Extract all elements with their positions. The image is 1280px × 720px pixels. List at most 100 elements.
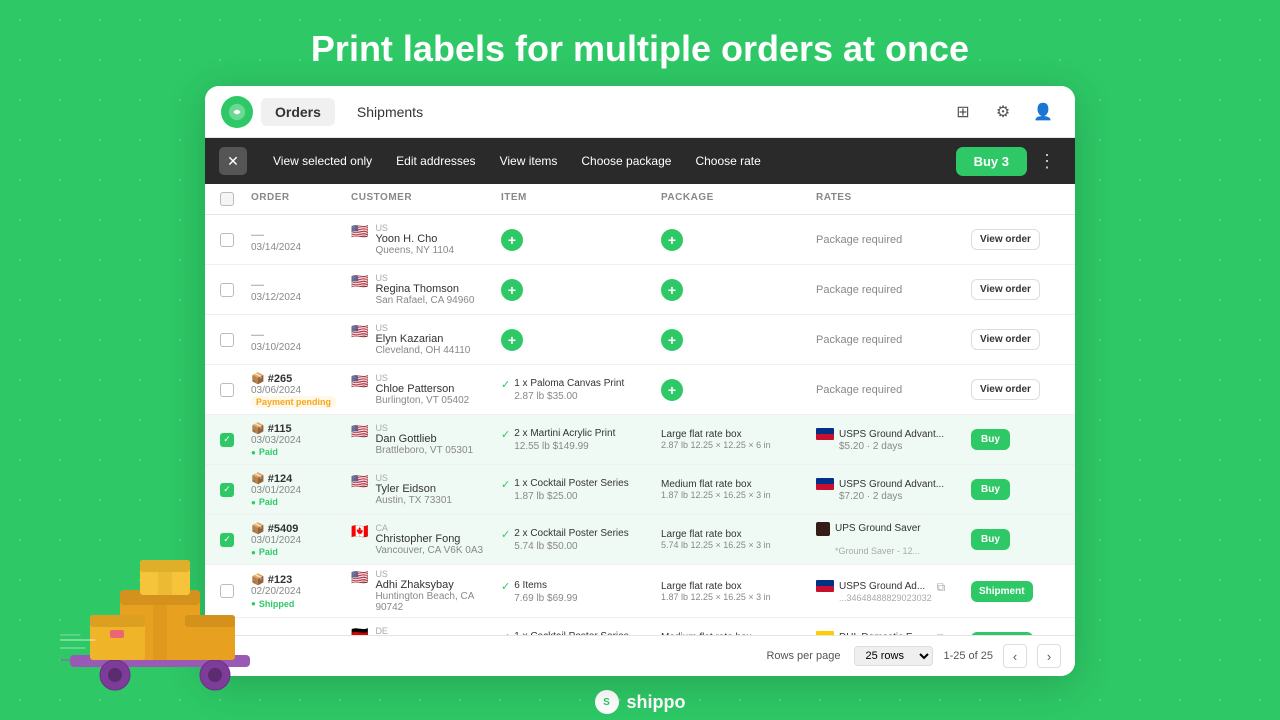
- row-checkbox[interactable]: [209, 329, 245, 351]
- customer-location: Vancouver, CA V6K 0A3: [375, 545, 483, 556]
- table-row: ✓ 📦 #124 03/01/2024 Paid 🇺🇸 US Tyler Eid…: [205, 465, 1075, 515]
- customer-cell: 🇨🇦 CA Christopher Fong Vancouver, CA V6K…: [345, 519, 495, 560]
- customer-flag: 🇨🇦: [351, 523, 368, 540]
- copy-tracking-icon[interactable]: ⧉: [937, 580, 946, 595]
- package-required-text: Package required: [816, 284, 902, 296]
- shipment-button[interactable]: Shipment: [971, 632, 1033, 635]
- close-selection-button[interactable]: ✕: [219, 147, 247, 175]
- bulk-buy-button[interactable]: Buy 3: [956, 147, 1027, 176]
- item-verified-icon: ✓: [501, 528, 510, 541]
- tab-shipments[interactable]: Shipments: [343, 98, 437, 126]
- customer-flag: 🇺🇸: [351, 473, 368, 490]
- app-window: Orders Shipments ⊞ ⚙ 👤 ✕ View selected o…: [205, 86, 1075, 676]
- add-package-button[interactable]: +: [661, 329, 683, 351]
- grid-view-icon[interactable]: ⊞: [947, 96, 979, 128]
- rate-cell: USPS Ground Ad... ...34648488829023032 ⧉: [810, 576, 965, 607]
- customer-flag: 🇺🇸: [351, 569, 368, 586]
- customer-country: DE: [375, 626, 478, 635]
- package-cell: +: [655, 375, 810, 405]
- dhl-icon: [816, 631, 834, 635]
- add-package-button[interactable]: +: [661, 379, 683, 401]
- customer-flag: 🇺🇸: [351, 273, 368, 290]
- prev-page-button[interactable]: ‹: [1003, 644, 1027, 668]
- table-row: ✓ 📦 #5409 03/01/2024 Paid 🇨🇦 CA Christop…: [205, 515, 1075, 565]
- carrier-name: DHL Domestic E...: [839, 631, 932, 635]
- copy-tracking-icon[interactable]: ⧉: [937, 631, 946, 635]
- choose-rate-button[interactable]: Choose rate: [683, 150, 772, 172]
- rate-cell: Package required: [810, 380, 965, 400]
- action-cell: View order: [965, 275, 1075, 304]
- top-nav: Orders Shipments ⊞ ⚙ 👤: [205, 86, 1075, 138]
- customer-name: Adhi Zhaksybay: [375, 579, 489, 591]
- customer-name: Elyn Kazarian: [375, 333, 470, 345]
- item-weight-price: 1.87 lb $25.00: [514, 491, 629, 502]
- row-checkbox[interactable]: ✓: [209, 479, 245, 501]
- customer-cell: 🇺🇸 US Elyn Kazarian Cleveland, OH 44110: [345, 319, 495, 360]
- package-name: Large flat rate box: [661, 581, 804, 592]
- item-weight-price: 5.74 lb $50.00: [514, 541, 629, 552]
- rate-cell: Package required: [810, 330, 965, 350]
- order-icon: 📦: [251, 373, 265, 385]
- action-bar-more-icon[interactable]: ⋮: [1033, 147, 1061, 175]
- item-description: 1 x Cocktail Poster Series: [514, 477, 629, 491]
- choose-package-button[interactable]: Choose package: [569, 150, 683, 172]
- checkbox-input[interactable]: [220, 233, 234, 247]
- checkbox-input[interactable]: ✓: [220, 433, 234, 447]
- add-item-button[interactable]: +: [501, 229, 523, 251]
- shipment-button[interactable]: Shipment: [971, 581, 1033, 602]
- next-page-button[interactable]: ›: [1037, 644, 1061, 668]
- illustration: [60, 500, 280, 700]
- view-selected-button[interactable]: View selected only: [261, 150, 384, 172]
- view-items-button[interactable]: View items: [488, 150, 570, 172]
- checkbox-input[interactable]: [220, 283, 234, 297]
- order-number: —: [251, 227, 339, 242]
- checkbox-input[interactable]: [220, 383, 234, 397]
- item-description: 2 x Cocktail Poster Series: [514, 527, 629, 541]
- col-item: ITEM: [495, 184, 655, 214]
- add-package-button[interactable]: +: [661, 229, 683, 251]
- row-checkbox[interactable]: ✓: [209, 429, 245, 451]
- rate-cell: USPS Ground Advant... $5.20 · 2 days: [810, 424, 965, 456]
- rows-per-page-label: Rows per page: [766, 650, 840, 662]
- edit-addresses-button[interactable]: Edit addresses: [384, 150, 487, 172]
- checkbox-input[interactable]: [220, 333, 234, 347]
- customer-cell: 🇩🇪 DE Johannah Augustine Freistaat Bayer…: [345, 622, 495, 635]
- row-checkbox[interactable]: [209, 229, 245, 251]
- add-item-button[interactable]: +: [501, 329, 523, 351]
- row-checkbox[interactable]: [209, 279, 245, 301]
- order-date: 03/03/2024: [251, 435, 339, 446]
- item-cell: ✓ 1 x Cocktail Poster Series 1.87 lb $25…: [495, 626, 655, 635]
- orders-table: — 03/14/2024 🇺🇸 US Yoon H. Cho Queens, N…: [205, 215, 1075, 635]
- rows-per-page-select[interactable]: 25 rows 50 rows 100 rows: [854, 646, 933, 666]
- view-order-button[interactable]: View order: [971, 379, 1040, 400]
- customer-flag: 🇺🇸: [351, 323, 368, 340]
- buy-button[interactable]: Buy: [971, 529, 1010, 550]
- view-order-button[interactable]: View order: [971, 229, 1040, 250]
- view-order-button[interactable]: View order: [971, 329, 1040, 350]
- view-order-button[interactable]: View order: [971, 279, 1040, 300]
- item-description: 2 x Martini Acrylic Print: [514, 427, 615, 441]
- settings-icon[interactable]: ⚙: [987, 96, 1019, 128]
- package-dims: 5.74 lb 12.25 × 16.25 × 3 in: [661, 540, 804, 550]
- rate-cell: USPS Ground Advant... $7.20 · 2 days: [810, 474, 965, 506]
- add-package-button[interactable]: +: [661, 279, 683, 301]
- add-item-button[interactable]: +: [501, 279, 523, 301]
- customer-name: Christopher Fong: [375, 533, 483, 545]
- package-cell: Large flat rate box 1.87 lb 12.25 × 16.2…: [655, 577, 810, 606]
- item-verified-icon: ✓: [501, 428, 510, 441]
- item-cell: +: [495, 325, 655, 355]
- item-cell: ✓ 2 x Martini Acrylic Print 12.55 lb $14…: [495, 423, 655, 456]
- tab-orders[interactable]: Orders: [261, 98, 335, 126]
- rate-cell: DHL Domestic E... ...56698695904830300 ⧉: [810, 627, 965, 635]
- order-icon: 📦: [251, 423, 265, 435]
- buy-button[interactable]: Buy: [971, 479, 1010, 500]
- col-rates: RATES: [810, 184, 965, 214]
- order-date: 03/12/2024: [251, 292, 339, 303]
- item-description: 1 x Paloma Canvas Print: [514, 377, 624, 391]
- customer-flag: 🇩🇪: [351, 626, 368, 635]
- checkbox-input[interactable]: ✓: [220, 483, 234, 497]
- user-icon[interactable]: 👤: [1027, 96, 1059, 128]
- table-footer: Rows per page 25 rows 50 rows 100 rows 1…: [205, 635, 1075, 676]
- row-checkbox[interactable]: [209, 379, 245, 401]
- buy-button[interactable]: Buy: [971, 429, 1010, 450]
